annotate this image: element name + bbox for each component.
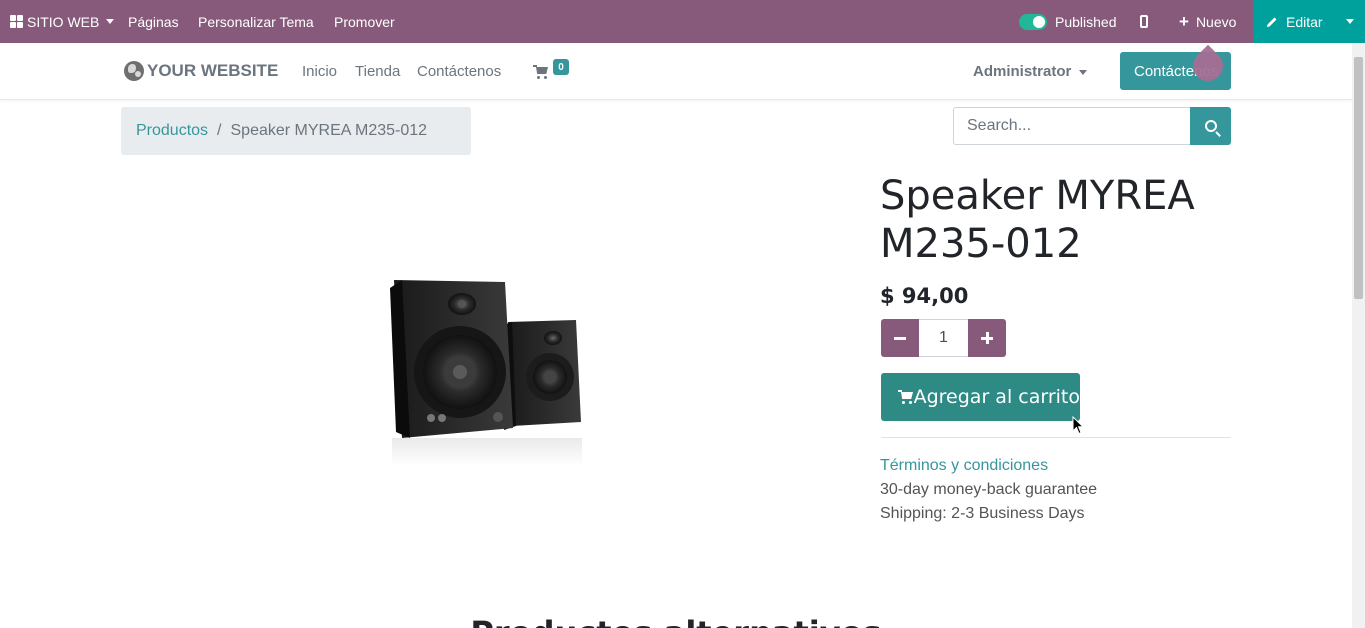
admin-navbar: SITIO WEB Páginas Personalizar Tema Prom… bbox=[0, 0, 1365, 43]
guarantee-text: 30-day money-back guarantee bbox=[880, 481, 1098, 498]
quantity-stepper: 1 bbox=[881, 319, 1006, 357]
terms-and-conditions-link[interactable]: Términos y condiciones bbox=[880, 457, 1048, 475]
pencil-icon bbox=[1267, 17, 1277, 27]
logo-text: YOUR WEBSITE bbox=[147, 61, 279, 80]
breadcrumb-current: Speaker MYREA M235-012 bbox=[230, 122, 428, 139]
cart-icon bbox=[898, 390, 913, 404]
published-label: Published bbox=[1055, 13, 1117, 30]
quantity-input[interactable]: 1 bbox=[919, 319, 968, 357]
search-button[interactable] bbox=[1190, 107, 1231, 145]
add-to-cart-label: Agregar al carrito bbox=[913, 386, 1080, 408]
grid-icon bbox=[10, 15, 23, 28]
pages-menu[interactable]: Páginas bbox=[128, 0, 179, 43]
published-toggle[interactable]: Published bbox=[1019, 0, 1117, 43]
add-to-cart-button[interactable]: Agregar al carrito bbox=[881, 373, 1080, 421]
customize-theme-menu[interactable]: Personalizar Tema bbox=[198, 0, 314, 43]
product-price: $ 94,00 bbox=[880, 284, 969, 308]
caret-down-icon bbox=[1079, 69, 1088, 75]
caret-down-icon bbox=[106, 19, 115, 24]
caret-down-icon bbox=[1346, 19, 1354, 24]
plus-icon bbox=[981, 332, 993, 344]
search-icon bbox=[1204, 120, 1217, 132]
nav-link-contactenos[interactable]: Contáctenos bbox=[417, 63, 501, 80]
mobile-preview-button[interactable] bbox=[1140, 0, 1148, 43]
breadcrumb-link-products[interactable]: Productos bbox=[136, 122, 208, 140]
quantity-increase-button[interactable] bbox=[968, 319, 1006, 357]
mobile-icon bbox=[1140, 15, 1148, 28]
website-header: YOUR WEBSITE Inicio Tienda Contáctenos 0… bbox=[0, 43, 1352, 100]
new-content-button[interactable]: + Nuevo bbox=[1179, 0, 1236, 43]
minus-icon bbox=[894, 336, 906, 340]
app-menu-label: SITIO WEB bbox=[27, 13, 100, 30]
website-logo[interactable]: YOUR WEBSITE bbox=[124, 55, 278, 87]
cart-link[interactable]: 0 bbox=[533, 59, 569, 79]
user-menu-label: Administrator bbox=[973, 63, 1072, 80]
new-label: Nuevo bbox=[1195, 13, 1237, 30]
mouse-cursor-icon bbox=[1072, 416, 1084, 435]
scrollbar-thumb[interactable] bbox=[1354, 57, 1363, 299]
app-menu-dropdown[interactable]: SITIO WEB bbox=[10, 0, 115, 43]
edit-label: Editar bbox=[1286, 13, 1323, 30]
breadcrumb-separator: / bbox=[217, 122, 222, 139]
edit-dropdown-toggle[interactable] bbox=[1335, 0, 1365, 43]
divider bbox=[881, 437, 1231, 438]
shipping-text: Shipping: 2-3 Business Days bbox=[880, 505, 1085, 522]
globe-icon bbox=[124, 61, 144, 81]
user-menu-dropdown[interactable]: Administrator bbox=[973, 63, 1088, 80]
alternative-products-heading: Productos alternativos bbox=[0, 614, 1352, 628]
cart-count-badge: 0 bbox=[553, 59, 569, 75]
product-title: Speaker MYREA M235-012 bbox=[880, 173, 1195, 267]
page-scrollbar[interactable] bbox=[1352, 43, 1365, 628]
breadcrumb: Productos / Speaker MYREA M235-012 bbox=[121, 107, 471, 155]
product-image bbox=[390, 280, 582, 466]
nav-link-tienda[interactable]: Tienda bbox=[355, 63, 400, 80]
edit-button[interactable]: Editar bbox=[1253, 0, 1335, 43]
search-input[interactable] bbox=[953, 107, 1191, 145]
quantity-decrease-button[interactable] bbox=[881, 319, 919, 357]
nav-link-inicio[interactable]: Inicio bbox=[302, 63, 337, 80]
plus-icon: + bbox=[1179, 12, 1189, 31]
cart-icon bbox=[533, 65, 549, 79]
promote-menu[interactable]: Promover bbox=[334, 0, 395, 43]
toggle-switch-icon bbox=[1019, 13, 1047, 30]
